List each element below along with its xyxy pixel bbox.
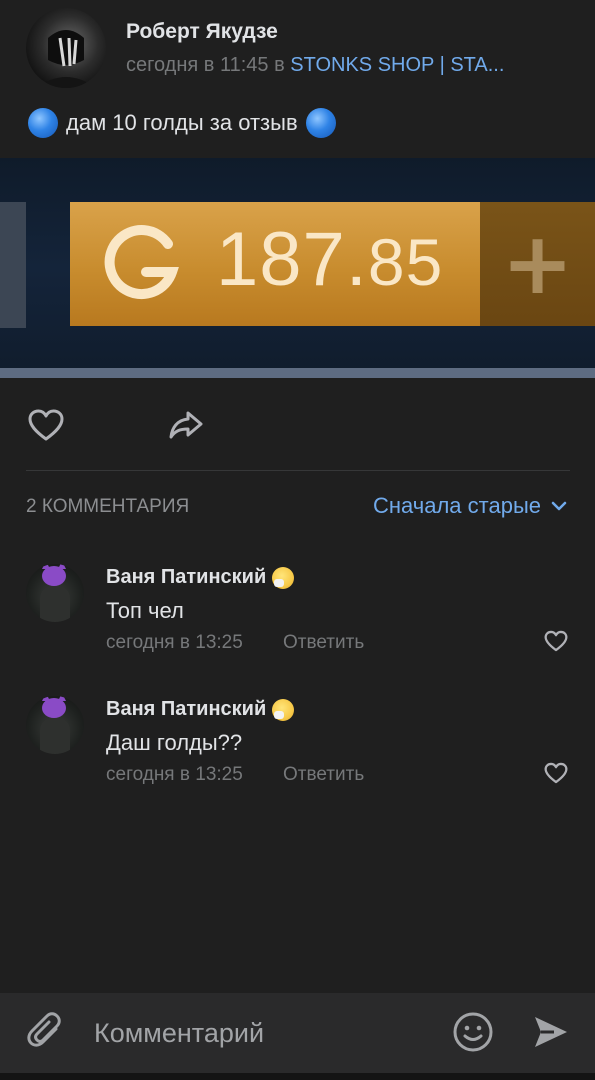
- author-avatar[interactable]: [26, 8, 106, 88]
- sneeze-emoji-icon: [272, 698, 295, 721]
- devil-emoji-icon: [42, 564, 66, 586]
- gold-g-icon: [104, 225, 179, 300]
- bottom-edge: [0, 1073, 595, 1080]
- sneeze-emoji-icon: [272, 566, 295, 589]
- plus-icon: +: [501, 214, 574, 314]
- comment-text: Даш голды??: [106, 730, 243, 755]
- heart-icon[interactable]: [543, 630, 569, 652]
- comment-item: Ваня Патинский Топ чел сегодня в 13:25 О…: [0, 564, 595, 674]
- blue-circle-emoji-icon: [305, 108, 336, 138]
- comment-composer: [0, 993, 595, 1073]
- comment-item: Ваня Патинский Даш голды?? сегодня в 13:…: [0, 696, 595, 806]
- sort-label: Сначала старые: [372, 493, 541, 518]
- send-icon[interactable]: [532, 1013, 570, 1051]
- reply-button[interactable]: Ответить: [283, 764, 364, 786]
- comments-count: 2 КОММЕНТАРИЯ: [26, 496, 190, 517]
- post-author-name[interactable]: Роберт Якудзе: [126, 20, 278, 44]
- commenter-avatar[interactable]: [26, 696, 84, 754]
- comment-time: сегодня в 13:25: [106, 632, 243, 653]
- post-header: Роберт Якудзе сегодня в 11:45 в STONKS S…: [0, 0, 595, 100]
- blue-circle-emoji-icon: [28, 108, 58, 138]
- reply-button[interactable]: Ответить: [283, 632, 364, 654]
- image-bottom-stripe: [0, 368, 595, 378]
- comment-author[interactable]: Ваня Патинский: [106, 698, 295, 721]
- emoji-icon[interactable]: [452, 1011, 494, 1053]
- comment-text: Топ чел: [106, 598, 184, 623]
- gold-plus-zone: +: [480, 202, 595, 326]
- heart-icon[interactable]: [543, 762, 569, 784]
- post-image[interactable]: 187.85 +: [0, 158, 595, 378]
- post-meta: сегодня в 11:45 в STONKS SHOP | STA...: [126, 54, 566, 77]
- comment-author[interactable]: Ваня Патинский: [106, 566, 295, 589]
- commenter-avatar[interactable]: [26, 564, 84, 622]
- comment-input[interactable]: [94, 1011, 434, 1055]
- comment-time: сегодня в 13:25: [106, 764, 243, 785]
- post-text-content: дам 10 голды за отзыв: [66, 110, 298, 135]
- image-left-panel: [0, 202, 26, 328]
- heart-icon[interactable]: [27, 408, 65, 442]
- post-time: сегодня в 11:45 в: [126, 54, 285, 76]
- devil-emoji-icon: [42, 696, 66, 718]
- gold-balance-bar: 187.85 +: [70, 202, 595, 326]
- attach-icon[interactable]: [26, 1011, 66, 1055]
- share-icon[interactable]: [168, 408, 204, 442]
- group-link[interactable]: STONKS SHOP | STA...: [290, 54, 504, 76]
- post-text: дам 10 голды за отзыв: [28, 106, 336, 140]
- sort-select[interactable]: Сначала старые: [373, 493, 567, 519]
- gold-amount: 187.85: [216, 217, 444, 302]
- divider: [26, 470, 570, 471]
- post-actions: [0, 400, 595, 450]
- chevron-down-icon: [551, 501, 567, 511]
